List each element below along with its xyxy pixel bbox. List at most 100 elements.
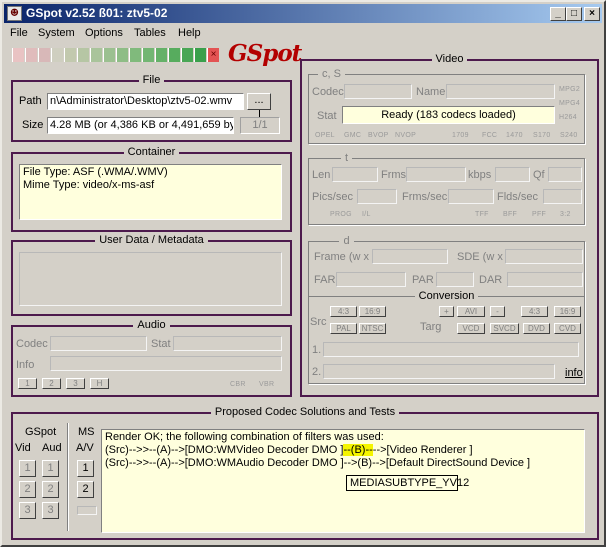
meter-segment — [12, 48, 24, 62]
tff-label: TFF — [475, 211, 489, 218]
container-info: File Type: ASF (.WMA/.WMV) Mime Type: vi… — [19, 164, 282, 220]
far-field — [336, 272, 406, 287]
src-43-button[interactable]: 4:3 — [330, 306, 357, 317]
gspot-label: GSpot — [25, 426, 57, 438]
aud-2-button[interactable]: 2 — [42, 481, 59, 498]
browse-button[interactable]: ... — [247, 93, 271, 110]
ms-indicator — [77, 506, 97, 515]
frms-sec-field — [448, 189, 494, 204]
app-icon[interactable]: ☻ — [7, 6, 22, 21]
codec-solutions-text: Render OK; the following combination of … — [101, 429, 585, 533]
targ-cvd-button[interactable]: CVD — [554, 323, 581, 334]
audio-stream-2-button[interactable]: 2 — [42, 378, 61, 389]
menu-options[interactable]: Options — [85, 27, 123, 39]
meter-segment — [116, 48, 128, 62]
audio-stream-1-button[interactable]: 1 — [18, 378, 37, 389]
ms-1-button[interactable]: 1 — [77, 460, 94, 477]
title-bar[interactable]: ☻ GSpot v2.52 ß01: ztv5-02 _ □ × — [4, 4, 602, 23]
targ-minus-button[interactable]: - — [490, 306, 505, 317]
dar-field — [507, 272, 583, 287]
line1-label: 1. — [312, 344, 322, 356]
path-field[interactable]: n\Administrator\Desktop\ztv5-02.wmv — [47, 93, 244, 110]
targ-label: Targ — [420, 321, 442, 333]
targ-vcd-button[interactable]: VCD — [457, 323, 485, 334]
len-field — [332, 167, 378, 182]
32-label: 3:2 — [560, 211, 571, 218]
video-renderer-text: -->[Video Renderer ] — [372, 444, 473, 456]
close-button[interactable]: × — [584, 7, 600, 21]
menu-tables[interactable]: Tables — [134, 27, 166, 39]
audio-info-label: Info — [16, 359, 35, 371]
par-label: PAR — [412, 274, 434, 286]
info-link[interactable]: info — [565, 367, 583, 379]
audio-stream-3-button[interactable]: 3 — [66, 378, 85, 389]
mediasubtype-tooltip: MEDIASUBTYPE_YV12 — [346, 475, 469, 491]
flds-sec-label: Flds/sec — [497, 191, 538, 203]
gspot-logo: GSpot — [228, 40, 302, 67]
ms-2-button[interactable]: 2 — [77, 481, 94, 498]
meter-segment — [194, 48, 206, 62]
targ-svcd-button[interactable]: SVCD — [490, 323, 519, 334]
vid-label: Vid — [15, 442, 31, 454]
av-label: A/V — [76, 442, 94, 454]
frms-sec-label: Frms/sec — [402, 191, 448, 203]
status-field: Ready (183 codecs loaded) — [342, 106, 555, 124]
src-ntsc-button[interactable]: NTSC — [359, 323, 386, 334]
meter-segment — [64, 48, 76, 62]
vid-1-button[interactable]: 1 — [19, 460, 36, 477]
gmc-label: GMC — [344, 132, 362, 139]
meter-segment — [25, 48, 37, 62]
menu-system[interactable]: System — [38, 27, 75, 39]
mpg4-label: MPG4 — [559, 100, 581, 107]
frame-field — [372, 249, 448, 264]
meter-segment — [168, 48, 180, 62]
aud-1-button[interactable]: 1 — [42, 460, 59, 477]
src-pal-button[interactable]: PAL — [330, 323, 357, 334]
vid-3-button[interactable]: 3 — [19, 502, 36, 519]
file-type-text: File Type: ASF (.WMA/.WMV) — [23, 166, 168, 178]
meter-segment — [155, 48, 167, 62]
size-label: Size — [22, 119, 44, 131]
minimize-button[interactable]: _ — [550, 7, 566, 21]
par-field — [436, 272, 474, 287]
window-title: GSpot v2.52 ß01: ztv5-02 — [26, 6, 168, 20]
path-label: Path — [19, 95, 42, 107]
src-169-button[interactable]: 16:9 — [359, 306, 386, 317]
pff-label: PFF — [532, 211, 547, 218]
video-name-label: Name — [416, 86, 446, 98]
mime-type-text: Mime Type: video/x-ms-asf — [23, 179, 155, 191]
render-ok-line: Render OK; the following combination of … — [105, 431, 384, 443]
targ-plus-button[interactable]: + — [439, 306, 454, 317]
menu-file[interactable]: File — [10, 27, 28, 39]
targ-avi-button[interactable]: AVI — [457, 306, 485, 317]
targ-43-button[interactable]: 4:3 — [521, 306, 548, 317]
targ-dvd-button[interactable]: DVD — [523, 323, 550, 334]
sde-field — [505, 249, 583, 264]
pics-sec-label: Pics/sec — [312, 191, 353, 203]
conversion-title: Conversion — [414, 290, 479, 302]
meter-segment: × — [207, 48, 219, 62]
targ-169-button[interactable]: 16:9 — [554, 306, 581, 317]
audio-group-title: Audio — [133, 319, 170, 331]
meter-segment — [181, 48, 193, 62]
maximize-button[interactable]: □ — [566, 7, 582, 21]
audio-cbr-label: CBR — [230, 381, 246, 388]
line2-field — [323, 364, 555, 379]
il-label: I/L — [362, 211, 371, 218]
meter-segment — [90, 48, 102, 62]
vid-2-button[interactable]: 2 — [19, 481, 36, 498]
video-codec-field — [344, 84, 412, 99]
audio-stat-label: Stat — [151, 338, 171, 350]
menu-help[interactable]: Help — [178, 27, 201, 39]
video-group-title: Video — [431, 53, 468, 65]
audio-stream-h-button[interactable]: H — [90, 378, 109, 389]
video-filter-text: (Src)-->>--(A)-->[DMO:WMVideo Decoder DM… — [105, 444, 344, 456]
qf-field — [548, 167, 582, 182]
aud-label: Aud — [42, 442, 62, 454]
aud-3-button[interactable]: 3 — [42, 502, 59, 519]
mpg2-label: MPG2 — [559, 86, 581, 93]
sde-label: SDE (w x — [457, 251, 503, 263]
fcc-label: FCC — [482, 132, 498, 139]
line2-label: 2. — [312, 366, 322, 378]
prog-label: PROG — [330, 211, 352, 218]
